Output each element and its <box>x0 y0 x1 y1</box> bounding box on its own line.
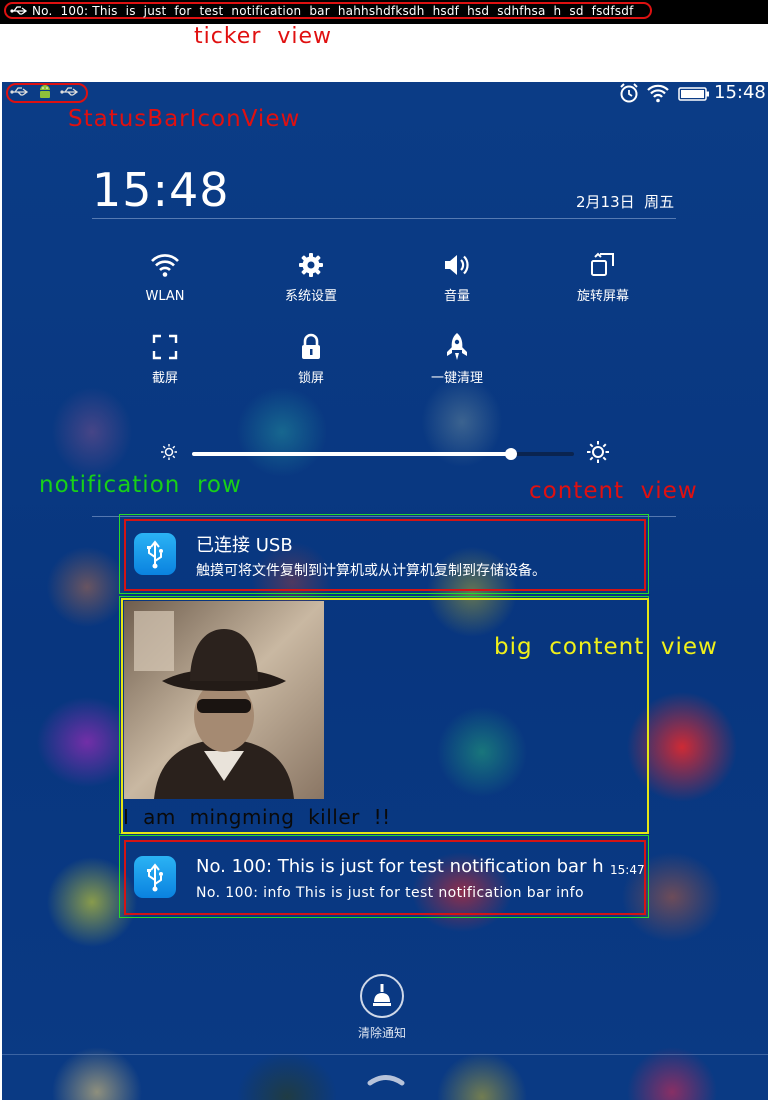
brightness-slider-thumb[interactable] <box>505 448 518 460</box>
brightness-slider-fill <box>192 452 512 456</box>
tile-label: 旋转屏幕 <box>576 289 629 304</box>
clear-notifications-label: 清除通知 <box>357 1026 406 1040</box>
tile-wlan[interactable]: WLAN <box>110 250 220 314</box>
big-content-caption: I am mingming killer !! <box>123 805 391 829</box>
notification-row-big[interactable]: I am mingming killer !! <box>119 596 649 834</box>
status-bar-annotation: StatusBarIconView <box>68 106 301 132</box>
notification-text: 触摸可将文件复制到计算机或从计算机复制到存储设备。 <box>196 563 546 579</box>
wifi-icon <box>646 82 670 104</box>
clear-notifications-button[interactable] <box>360 974 404 1018</box>
header-date[interactable]: 2月13日 周五 <box>576 192 674 212</box>
tile-label: 系统设置 <box>284 289 337 304</box>
big-content-view-annotation: big content view <box>494 634 718 660</box>
tile-lock-screen[interactable]: 锁屏 <box>256 332 366 396</box>
content-view-test: No. 100: This is just for test notificat… <box>124 840 646 915</box>
portrait-photo <box>124 601 324 799</box>
tile-system-settings[interactable]: 系统设置 <box>256 250 366 314</box>
notification-title: No. 100: This is just for test notificat… <box>196 856 604 877</box>
tile-label: WLAN <box>145 289 185 304</box>
screenshot-icon <box>150 332 180 362</box>
notification-shade: StatusBarIconView 15:48 15:48 2月13日 周五 W… <box>2 82 768 1100</box>
tile-rotate-screen[interactable]: 旋转屏幕 <box>548 250 658 314</box>
notification-title: 已连接 USB <box>196 535 293 556</box>
notification-row-usb[interactable]: 已连接 USB 触摸可将文件复制到计算机或从计算机复制到存储设备。 <box>119 514 649 594</box>
usb-icon <box>10 4 28 18</box>
usb-icon <box>60 85 80 104</box>
tile-label: 锁屏 <box>297 371 324 386</box>
tile-screenshot[interactable]: 截屏 <box>110 332 220 396</box>
header-clock: 15:48 <box>92 163 230 217</box>
usb-app-icon <box>134 533 176 575</box>
chevron-up-icon[interactable] <box>364 1070 408 1088</box>
volume-icon <box>442 250 472 280</box>
ticker-view-annotation: ticker view <box>194 24 333 49</box>
tile-label: 截屏 <box>151 371 178 386</box>
ticker-text: No. 100: This is just for test notificat… <box>32 4 634 18</box>
divider <box>92 218 676 219</box>
tile-one-key-clean[interactable]: 一键清理 <box>402 332 512 396</box>
tile-label: 一键清理 <box>430 371 483 386</box>
content-view-usb: 已连接 USB 触摸可将文件复制到计算机或从计算机复制到存储设备。 <box>124 519 646 591</box>
tile-volume[interactable]: 音量 <box>402 250 512 314</box>
broom-icon <box>373 984 391 1006</box>
rotate-screen-icon <box>588 250 618 280</box>
usb-icon <box>10 85 30 104</box>
wifi-icon <box>150 250 180 280</box>
brightness-high-icon <box>586 440 610 464</box>
usb-app-icon <box>134 856 176 898</box>
lock-icon <box>296 332 326 362</box>
gear-icon <box>296 250 326 280</box>
content-view-annotation: content view <box>529 478 698 504</box>
alarm-icon <box>618 82 640 104</box>
brightness-slider[interactable] <box>192 448 574 460</box>
rocket-icon <box>442 332 472 362</box>
notification-row-annotation: notification row <box>39 472 242 498</box>
brightness-low-icon <box>160 443 178 461</box>
divider <box>2 1054 768 1055</box>
tile-label: 音量 <box>443 289 470 304</box>
notification-text: No. 100: info This is just for test noti… <box>196 885 584 901</box>
battery-icon <box>678 86 710 101</box>
status-bar-clock: 15:48 <box>714 82 766 103</box>
notification-row-test[interactable]: No. 100: This is just for test notificat… <box>119 835 649 918</box>
android-icon <box>38 84 52 98</box>
notification-time: 15:47 <box>610 863 645 877</box>
